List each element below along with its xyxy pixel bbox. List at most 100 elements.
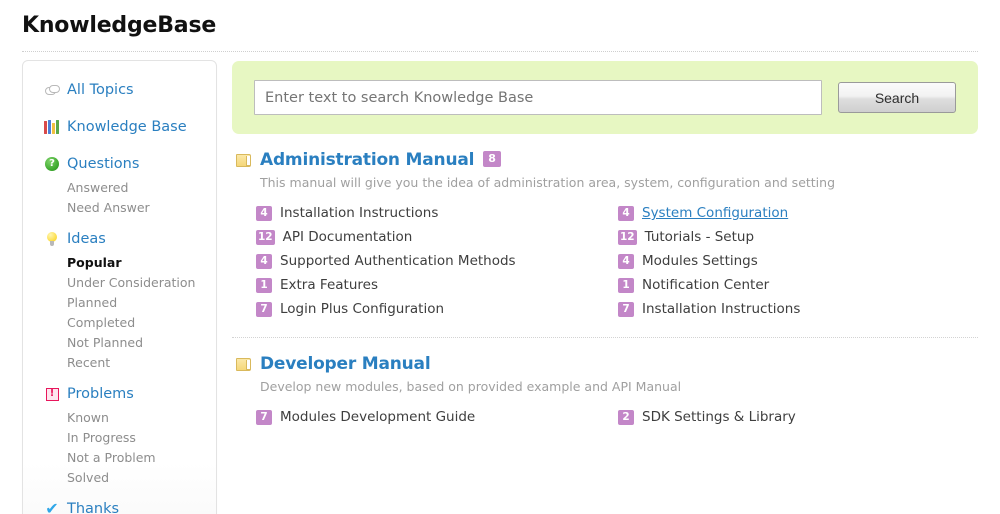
article-count-badge: 4	[256, 254, 272, 269]
manual-section: Administration Manual 8 This manual will g…	[232, 134, 978, 338]
manual-section: Developer Manual Develop new modules, bas…	[232, 338, 978, 429]
knowledgebase-page: KnowledgeBase All Topics Knowledge Base? Q…	[0, 0, 1000, 514]
sidebar-sublist: AnsweredNeed Answer	[23, 178, 216, 218]
article-title[interactable]: API Documentation	[283, 229, 413, 245]
question-mark-icon: ?	[43, 156, 61, 172]
sidebar-subitem-not-planned[interactable]: Not Planned	[23, 333, 216, 353]
page-header: KnowledgeBase	[0, 0, 1000, 50]
article-count-badge: 4	[618, 254, 634, 269]
sidebar-subitem-not-a-problem[interactable]: Not a Problem	[23, 448, 216, 468]
folder-icon	[236, 357, 251, 371]
article-title[interactable]: Supported Authentication Methods	[280, 253, 516, 269]
article-item[interactable]: 1 Notification Center	[616, 273, 978, 297]
spacer	[23, 103, 216, 112]
sidebar-sublist: KnownIn ProgressNot a ProblemSolved	[23, 408, 216, 488]
folder-icon	[236, 153, 251, 167]
alert-icon: !	[43, 386, 61, 402]
article-item[interactable]: 4 Supported Authentication Methods	[254, 249, 616, 273]
sidebar-subitem-recent[interactable]: Recent	[23, 353, 216, 373]
sidebar-subitem-answered[interactable]: Answered	[23, 178, 216, 198]
article-item[interactable]: 7 Installation Instructions	[616, 297, 978, 321]
section-title[interactable]: Administration Manual	[260, 150, 474, 170]
article-item[interactable]: 12 Tutorials - Setup	[616, 225, 978, 249]
sidebar-group: Knowledge Base	[23, 114, 216, 149]
header-divider	[22, 51, 978, 52]
article-item[interactable]: 12 API Documentation	[254, 225, 616, 249]
section-count-badge: 8	[483, 151, 501, 167]
sidebar-subitem-planned[interactable]: Planned	[23, 293, 216, 313]
sidebar-subitem-in-progress[interactable]: In Progress	[23, 428, 216, 448]
sidebar-sublist: PopularUnder ConsiderationPlannedComplet…	[23, 253, 216, 373]
section-description: Develop new modules, based on provided e…	[260, 379, 978, 395]
sidebar-item-label: All Topics	[67, 81, 134, 99]
sidebar-item-knowledge-base[interactable]: Knowledge Base	[23, 114, 216, 140]
article-grid: 7 Modules Development Guide 2 SDK Settings …	[254, 405, 978, 429]
article-title[interactable]: Modules Settings	[642, 253, 758, 269]
article-title[interactable]: Installation Instructions	[280, 205, 438, 221]
sidebar-item-problems[interactable]: ! Problems	[23, 381, 216, 407]
article-item[interactable]: 4 Installation Instructions	[254, 201, 616, 225]
sidebar-item-questions[interactable]: ? Questions	[23, 151, 216, 177]
article-item[interactable]: 4 Modules Settings	[616, 249, 978, 273]
article-title[interactable]: Login Plus Configuration	[280, 301, 444, 317]
sidebar-item-label: Questions	[67, 155, 139, 173]
sidebar-subitem-completed[interactable]: Completed	[23, 313, 216, 333]
sidebar-subitem-under-consideration[interactable]: Under Consideration	[23, 273, 216, 293]
article-count-badge: 2	[618, 410, 634, 425]
section-header: Administration Manual 8	[232, 150, 978, 170]
article-item[interactable]: 7 Login Plus Configuration	[254, 297, 616, 321]
article-item[interactable]: 7 Modules Development Guide	[254, 405, 616, 429]
article-count-badge: 12	[618, 230, 637, 245]
sidebar-item-label: Knowledge Base	[67, 118, 187, 136]
article-grid: 4 Installation Instructions 4 System Config…	[254, 201, 978, 321]
sidebar-subitem-known[interactable]: Known	[23, 408, 216, 428]
article-count-badge: 7	[256, 302, 272, 317]
sidebar-item-thanks[interactable]: ✔ Thanks	[23, 496, 216, 514]
sidebar-item-all-topics[interactable]: All Topics	[23, 77, 216, 103]
article-title[interactable]: System Configuration	[642, 205, 788, 221]
page-title: KnowledgeBase	[22, 12, 1000, 40]
search-input[interactable]	[254, 80, 822, 115]
sections-container: Administration Manual 8 This manual will g…	[232, 134, 978, 429]
sidebar-nav: All Topics Knowledge Base? Questions Answer…	[22, 60, 217, 514]
main-content: Search Administration Manual 8 This manual…	[232, 60, 978, 429]
article-count-badge: 7	[618, 302, 634, 317]
article-count-badge: 1	[618, 278, 634, 293]
article-count-badge: 12	[256, 230, 275, 245]
sidebar-item-label: Ideas	[67, 230, 106, 248]
section-header: Developer Manual	[232, 354, 978, 374]
article-title[interactable]: SDK Settings & Library	[642, 409, 796, 425]
article-item[interactable]: 2 SDK Settings & Library	[616, 405, 978, 429]
sidebar-item-label: Problems	[67, 385, 134, 403]
article-item[interactable]: 4 System Configuration	[616, 201, 978, 225]
lightbulb-icon	[43, 231, 61, 247]
article-count-badge: 4	[256, 206, 272, 221]
article-title[interactable]: Tutorials - Setup	[645, 229, 754, 245]
sidebar-subitem-popular[interactable]: Popular	[23, 253, 216, 273]
article-title[interactable]: Modules Development Guide	[280, 409, 475, 425]
article-item[interactable]: 1 Extra Features	[254, 273, 616, 297]
spacer	[23, 140, 216, 149]
article-count-badge: 7	[256, 410, 272, 425]
section-title[interactable]: Developer Manual	[260, 354, 430, 374]
checkmark-icon: ✔	[43, 501, 61, 514]
books-icon	[43, 119, 61, 135]
sidebar-group: ! Problems KnownIn ProgressNot a ProblemSo…	[23, 381, 216, 488]
article-title[interactable]: Installation Instructions	[642, 301, 800, 317]
article-title[interactable]: Notification Center	[642, 277, 769, 293]
sidebar-group: All Topics	[23, 77, 216, 112]
search-panel: Search	[232, 61, 978, 134]
search-button[interactable]: Search	[838, 82, 956, 113]
sidebar-subitem-need-answer[interactable]: Need Answer	[23, 198, 216, 218]
sidebar-group: ? Questions AnsweredNeed Answer	[23, 151, 216, 218]
speech-bubbles-icon	[43, 82, 61, 98]
article-count-badge: 1	[256, 278, 272, 293]
article-count-badge: 4	[618, 206, 634, 221]
page-body: All Topics Knowledge Base? Questions Answer…	[0, 60, 1000, 514]
sidebar-group: Ideas PopularUnder ConsiderationPlannedCo…	[23, 226, 216, 373]
article-title[interactable]: Extra Features	[280, 277, 378, 293]
sidebar-item-label: Thanks	[67, 500, 119, 514]
sidebar-item-ideas[interactable]: Ideas	[23, 226, 216, 252]
sidebar-subitem-solved[interactable]: Solved	[23, 468, 216, 488]
section-description: This manual will give you the idea of ad…	[260, 175, 978, 191]
